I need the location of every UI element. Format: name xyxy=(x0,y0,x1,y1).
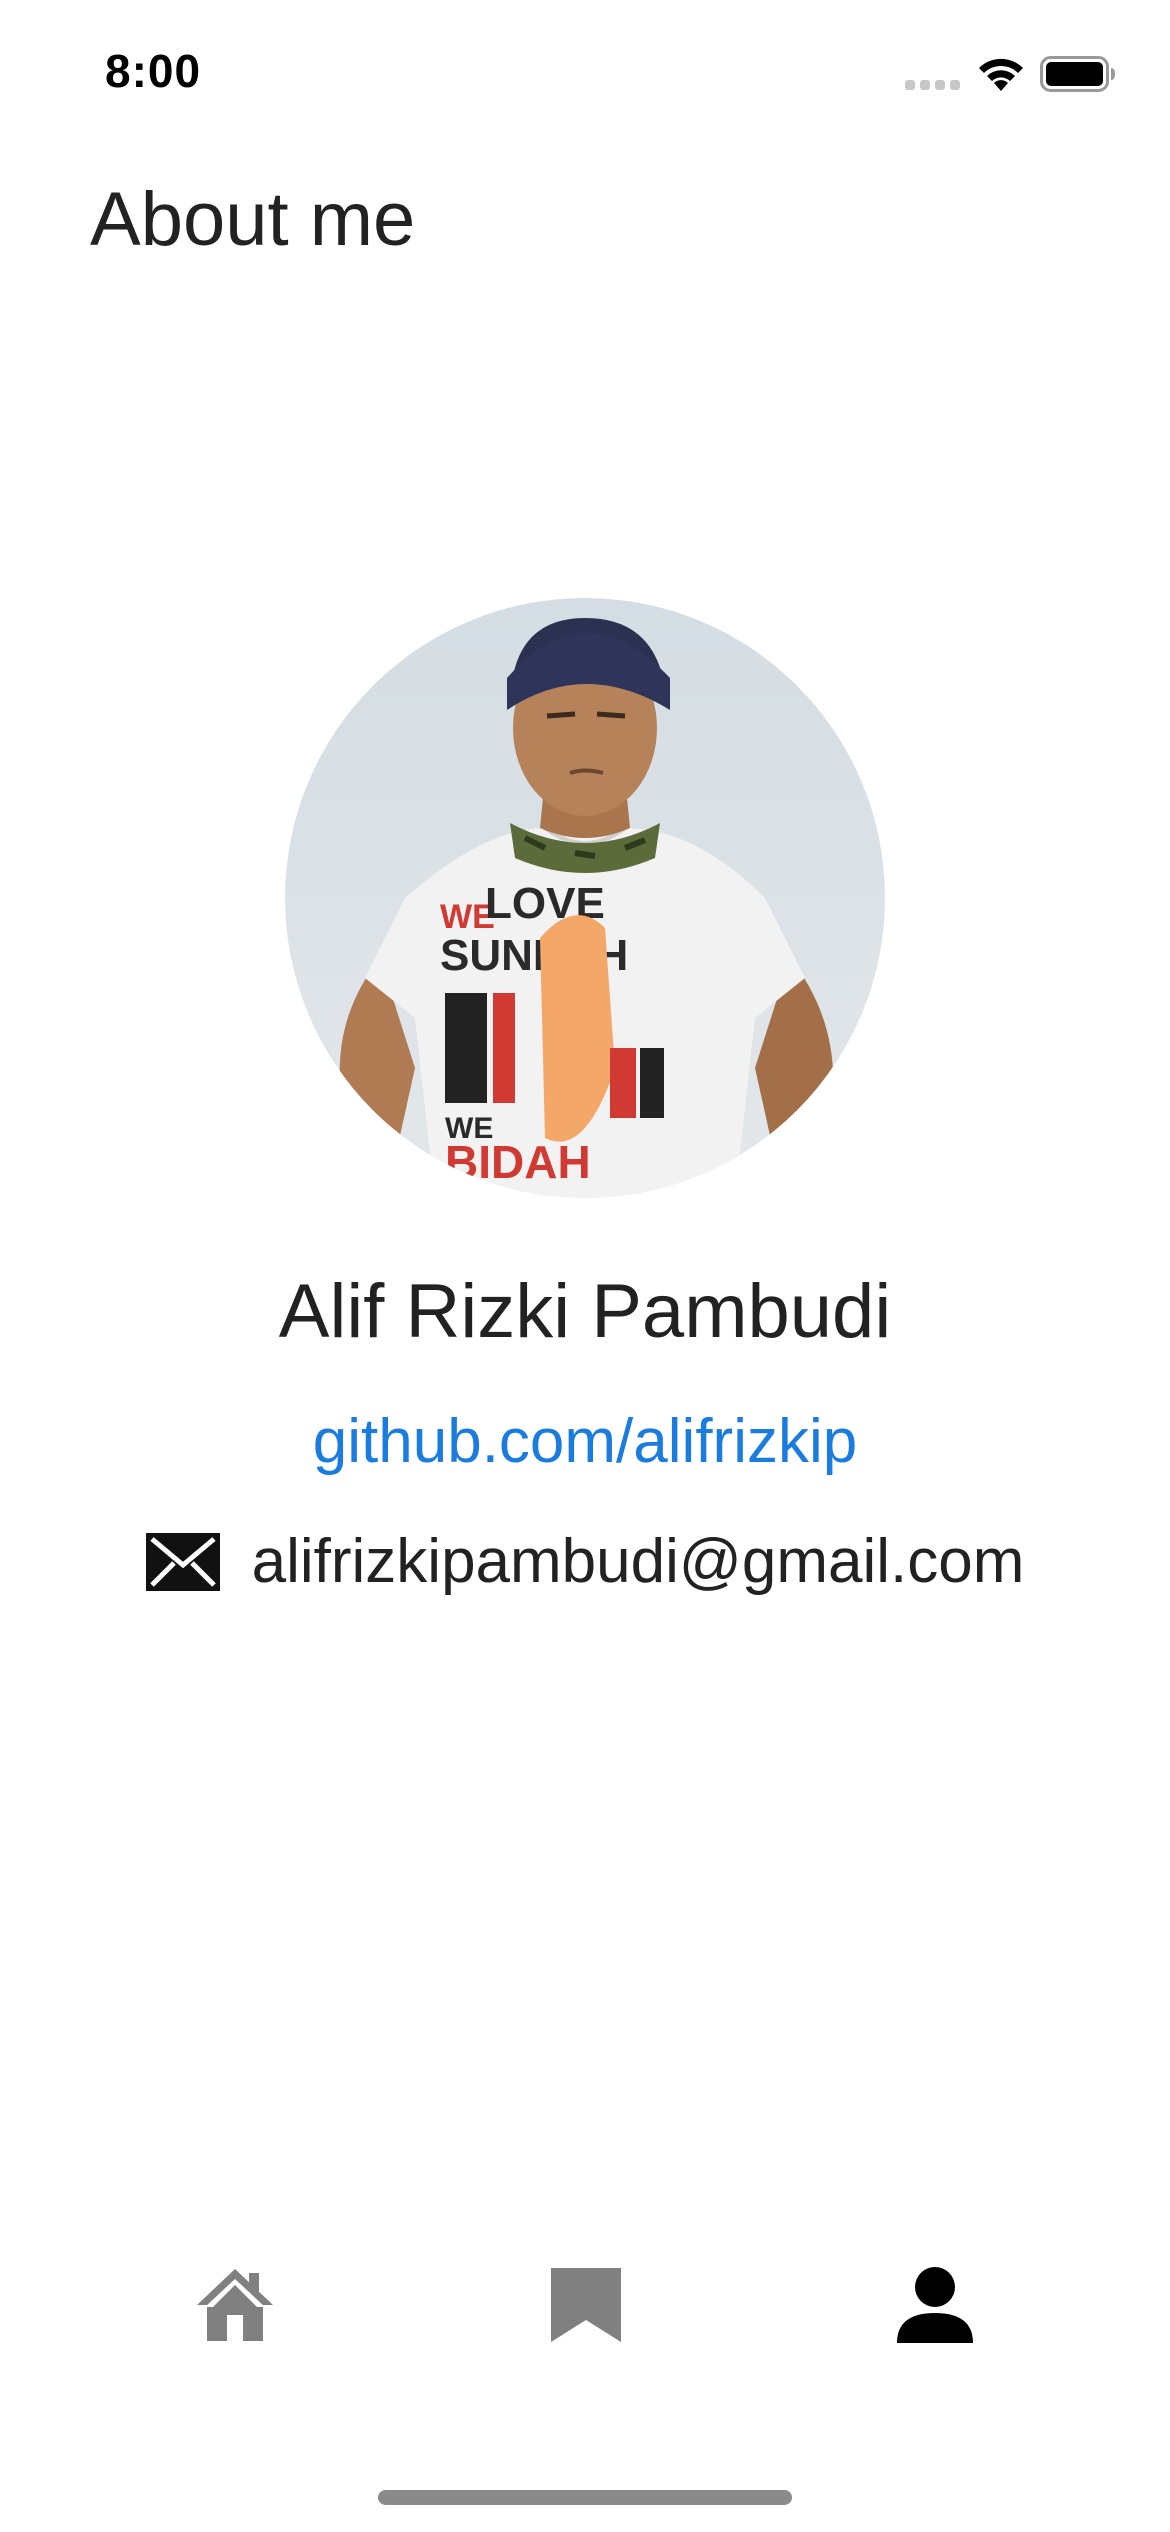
tab-home[interactable] xyxy=(175,2250,295,2360)
wifi-icon xyxy=(979,58,1023,91)
avatar-image: WE LOVE SUNNAH WE BIDAH xyxy=(285,598,885,1198)
home-icon xyxy=(197,2269,273,2341)
page-title: About me xyxy=(90,177,416,262)
status-time: 8:00 xyxy=(105,45,202,97)
email-text: alifrizkipambudi@gmail.com xyxy=(251,1527,1025,1596)
battery-icon xyxy=(1040,56,1115,92)
person-icon xyxy=(897,2267,973,2343)
profile-name: Alif Rizki Pambudi xyxy=(278,1269,892,1354)
mail-icon xyxy=(145,1533,220,1592)
home-indicator[interactable] xyxy=(378,2490,792,2505)
signal-icon xyxy=(905,80,960,90)
bookmark-icon xyxy=(551,2268,621,2342)
tab-bookmarks[interactable] xyxy=(526,2250,646,2360)
svg-text:BIDAH: BIDAH xyxy=(445,1136,591,1188)
status-bar: 8:00 xyxy=(0,0,1170,150)
avatar: WE LOVE SUNNAH WE BIDAH xyxy=(285,598,885,1198)
tab-bar xyxy=(0,2230,1170,2390)
email-row[interactable]: alifrizkipambudi@gmail.com xyxy=(0,1527,1170,1596)
github-link[interactable]: github.com/alifrizkip xyxy=(0,1407,1170,1476)
tab-profile[interactable] xyxy=(875,2250,995,2360)
